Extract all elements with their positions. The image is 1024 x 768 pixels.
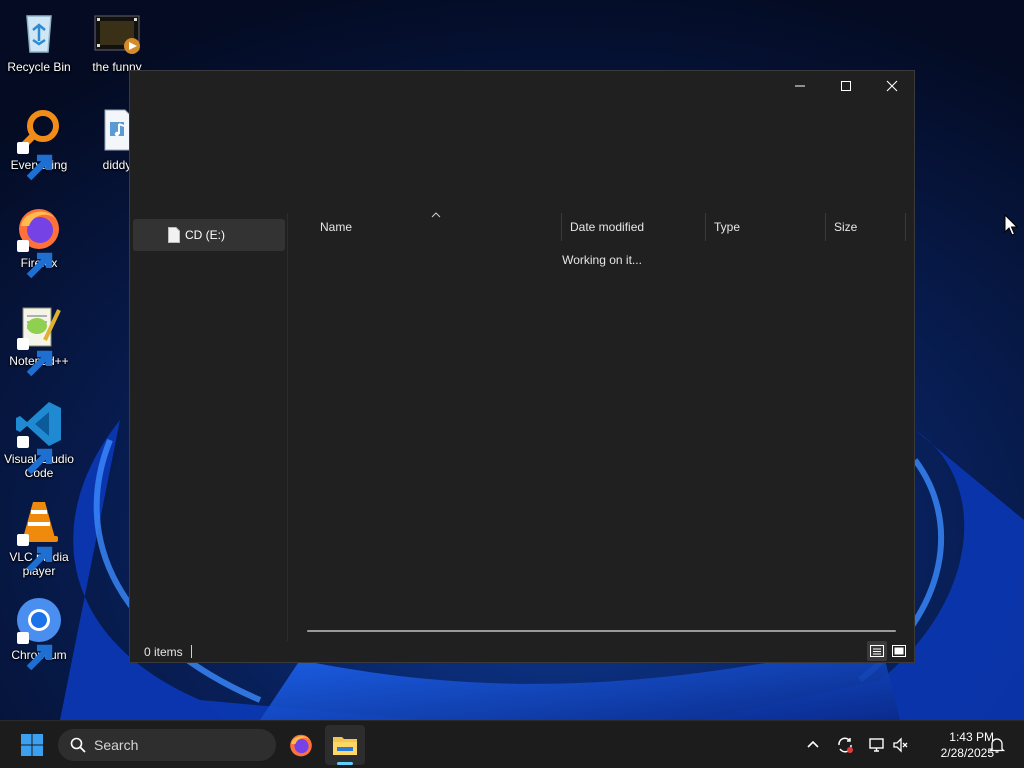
horizontal-scrollbar[interactable] — [307, 630, 896, 632]
search-label: Search — [94, 737, 139, 753]
status-bar: 0 items — [130, 641, 914, 663]
minimize-button[interactable] — [777, 71, 823, 101]
details-view-icon — [870, 645, 884, 657]
details-view-button[interactable] — [867, 641, 887, 661]
close-button[interactable] — [869, 71, 915, 101]
firefox-icon — [290, 734, 312, 757]
taskbar-clock[interactable]: 1:43 PM 2/28/2025 — [914, 729, 994, 761]
desktop-icon-notepad-plus-plus[interactable]: Notepad++ — [0, 302, 78, 377]
search-icon — [70, 737, 86, 753]
active-app-indicator — [337, 762, 353, 765]
maximize-icon — [841, 81, 851, 91]
shortcut-arrow-icon — [17, 240, 53, 279]
desktop-icon-firefox[interactable]: Firefox — [0, 204, 78, 279]
taskbar-search-box[interactable]: Search — [58, 729, 276, 761]
sort-ascending-icon — [431, 212, 441, 218]
status-separator — [191, 645, 192, 658]
shortcut-arrow-icon — [17, 632, 53, 671]
notifications-button[interactable] — [985, 733, 1009, 757]
desktop-icon-vscode[interactable]: Visual Studio Code — [0, 400, 78, 480]
large-icons-view-button[interactable] — [889, 641, 909, 661]
show-hidden-icons-button[interactable] — [801, 733, 825, 757]
clock-date: 2/28/2025 — [940, 746, 994, 760]
mouse-cursor-icon — [1004, 214, 1018, 236]
item-count: 0 items — [144, 645, 183, 659]
tray-volume[interactable] — [889, 733, 913, 757]
everything-search-icon — [15, 106, 63, 181]
vlc-icon — [15, 498, 63, 573]
start-button[interactable] — [12, 725, 52, 765]
notepad-plus-plus-icon — [15, 302, 63, 377]
taskbar-file-explorer[interactable] — [325, 725, 365, 765]
nav-item-label: CD (E:) — [185, 228, 225, 242]
taskbar: Search 1:43 PM 2/28/2025 — [0, 720, 1024, 768]
column-header-type[interactable]: Type — [706, 213, 826, 241]
file-explorer-window[interactable]: CD (E:) Name Date modified Type Size Wor… — [129, 70, 915, 663]
desktop-icon-the-funny[interactable]: the funny — [78, 8, 156, 74]
volume-muted-icon — [893, 737, 908, 753]
minimize-icon — [795, 85, 805, 87]
vscode-icon — [15, 400, 63, 475]
taskbar-firefox[interactable] — [281, 725, 321, 765]
firefox-icon — [15, 204, 63, 279]
recycle-bin-icon — [15, 8, 63, 56]
shortcut-arrow-icon — [17, 142, 53, 181]
windows-logo-icon — [21, 734, 43, 756]
folder-icon — [333, 737, 357, 755]
column-header-size[interactable]: Size — [826, 213, 906, 241]
network-icon — [869, 738, 884, 752]
column-header-date-modified[interactable]: Date modified — [562, 213, 706, 241]
nav-item-cd-drive[interactable]: CD (E:) — [133, 219, 285, 251]
loading-message: Working on it... — [562, 253, 642, 267]
chevron-up-icon — [807, 740, 819, 748]
desktop-icon-recycle-bin[interactable]: Recycle Bin — [0, 8, 78, 74]
clock-time: 1:43 PM — [949, 730, 994, 744]
video-file-icon — [93, 8, 141, 56]
shortcut-arrow-icon — [17, 338, 53, 377]
shortcut-arrow-icon — [17, 534, 53, 573]
maximize-button[interactable] — [823, 71, 869, 101]
desktop-icon-vlc[interactable]: VLC media player — [0, 498, 78, 578]
navigation-pane[interactable]: CD (E:) — [130, 213, 288, 641]
desktop-icon-chromium[interactable]: Chromium — [0, 596, 78, 671]
tray-network[interactable] — [865, 733, 889, 757]
desktop-icon-everything[interactable]: Everything — [0, 106, 78, 181]
sync-icon — [838, 737, 853, 753]
bell-icon — [988, 738, 1006, 753]
shortcut-arrow-icon — [17, 436, 53, 475]
tray-update-status[interactable] — [833, 733, 857, 757]
file-icon — [168, 227, 180, 243]
close-icon — [886, 80, 898, 92]
chromium-icon — [15, 596, 63, 671]
large-icons-view-icon — [892, 645, 906, 657]
file-list-pane[interactable]: Name Date modified Type Size Working on … — [290, 212, 914, 641]
